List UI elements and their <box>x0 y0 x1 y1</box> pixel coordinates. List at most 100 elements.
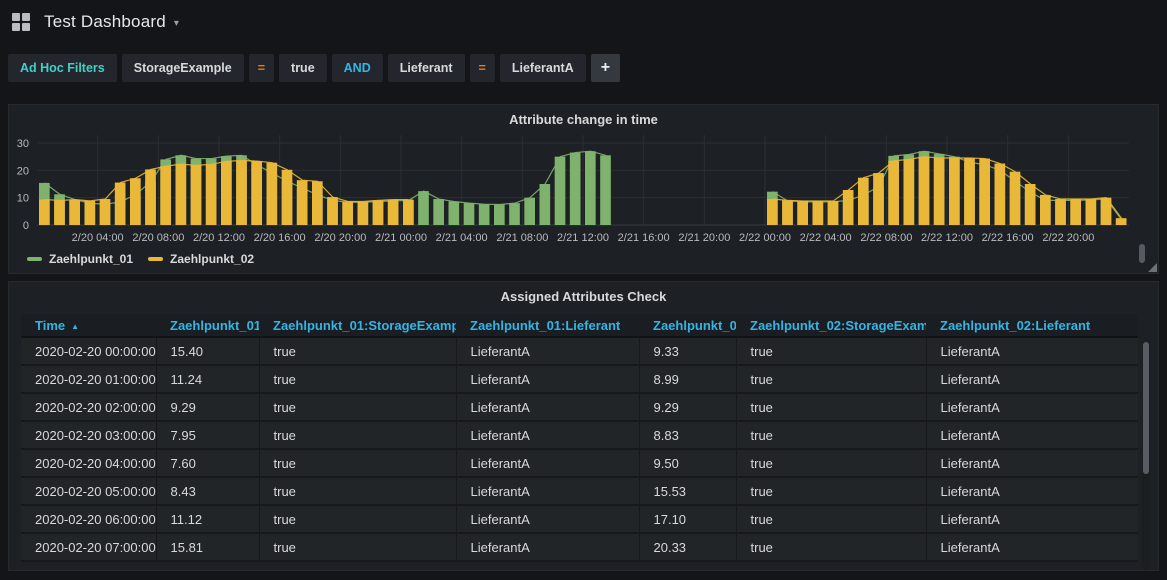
filter-operator[interactable]: = <box>470 54 495 82</box>
table-cell: LieferantA <box>926 421 1138 449</box>
table-row: 2020-02-20 00:00:0015.40trueLieferantA9.… <box>21 337 1138 365</box>
x-axis-tick: 2/21 08:00 <box>496 232 548 244</box>
filter-key-lieferant[interactable]: Lieferant <box>388 54 465 82</box>
x-axis-tick: 2/21 20:00 <box>678 232 730 244</box>
bar <box>585 151 596 225</box>
table-row: 2020-02-20 07:00:0015.81trueLieferantA20… <box>21 533 1138 561</box>
table-cell: true <box>259 449 456 477</box>
table-cell: 11.12 <box>156 505 259 533</box>
bar <box>767 199 778 225</box>
bar <box>267 163 278 225</box>
dashboard-title: Test Dashboard <box>44 12 166 32</box>
table-cell: true <box>736 421 926 449</box>
filter-value-true[interactable]: true <box>279 54 327 82</box>
bar <box>433 199 444 225</box>
x-axis-tick: 2/21 00:00 <box>375 232 427 244</box>
table-cell: true <box>736 533 926 561</box>
chart-canvas[interactable]: 01020302/20 04:002/20 08:002/20 12:002/2… <box>9 129 1156 251</box>
x-axis-tick: 2/22 20:00 <box>1042 232 1094 244</box>
column-header-time[interactable]: Time▲ <box>21 314 156 337</box>
column-header-zaehlpunkt-01[interactable]: Zaehlpunkt_01 <box>156 314 259 337</box>
table-cell: true <box>259 365 456 393</box>
table-cell: 7.95 <box>156 421 259 449</box>
table-panel-title[interactable]: Assigned Attributes Check <box>9 282 1158 304</box>
column-header-zaehlpunkt-02-lieferant[interactable]: Zaehlpunkt_02:Lieferant <box>926 314 1138 337</box>
bar <box>524 198 535 225</box>
legend-item-Zaehlpunkt_01[interactable]: Zaehlpunkt_01 <box>27 252 133 266</box>
bar <box>145 169 156 225</box>
table-cell: true <box>736 393 926 421</box>
table-header-row: Time▲Zaehlpunkt_01Zaehlpunkt_01:StorageE… <box>21 314 1138 337</box>
filter-key-storageexample[interactable]: StorageExample <box>122 54 244 82</box>
column-header-zaehlpunkt-01-storageexample[interactable]: Zaehlpunkt_01:StorageExample <box>259 314 456 337</box>
table-scrollbar-thumb[interactable] <box>1143 342 1149 474</box>
table-scrollbar[interactable] <box>1142 339 1150 570</box>
panel-resize-handle[interactable] <box>1148 263 1157 272</box>
x-axis-tick: 2/22 00:00 <box>739 232 791 244</box>
dashboard-title-button[interactable]: Test Dashboard ▾ <box>44 12 179 32</box>
y-axis-tick: 10 <box>17 193 29 205</box>
assigned-attributes-table: Time▲Zaehlpunkt_01Zaehlpunkt_01:StorageE… <box>21 314 1138 562</box>
bar <box>934 158 945 225</box>
table-row: 2020-02-20 03:00:007.95trueLieferantA8.8… <box>21 421 1138 449</box>
attribute-change-chart[interactable]: 01020302/20 04:002/20 08:002/20 12:002/2… <box>9 129 1156 251</box>
filter-operator[interactable]: = <box>249 54 274 82</box>
bar <box>995 164 1006 226</box>
table-cell: LieferantA <box>456 365 639 393</box>
dashboard-grid-icon[interactable] <box>12 13 30 31</box>
bar <box>888 161 899 225</box>
table-cell: 2020-02-20 02:00:00 <box>21 393 156 421</box>
bar <box>1116 218 1127 225</box>
table-cell: 8.83 <box>639 421 736 449</box>
bar <box>236 160 247 225</box>
bar <box>54 200 65 225</box>
table-cell: LieferantA <box>926 337 1138 365</box>
bar <box>221 161 232 225</box>
table-cell: 9.33 <box>639 337 736 365</box>
bar <box>100 199 111 225</box>
column-header-zaehlpunkt-02-storageexample[interactable]: Zaehlpunkt_02:StorageExample <box>736 314 926 337</box>
dashboard-header: Test Dashboard ▾ <box>0 0 1167 44</box>
add-filter-button[interactable]: + <box>591 54 620 82</box>
table-cell: true <box>736 505 926 533</box>
bar <box>85 201 96 225</box>
table-cell: 9.29 <box>639 393 736 421</box>
bar <box>312 181 323 225</box>
table-cell: true <box>259 505 456 533</box>
table-cell: true <box>259 477 456 505</box>
table-cell: LieferantA <box>926 393 1138 421</box>
adhoc-filters-label: Ad Hoc Filters <box>8 54 117 82</box>
column-header-zaehlpunkt-01-lieferant[interactable]: Zaehlpunkt_01:Lieferant <box>456 314 639 337</box>
column-header-zaehlpunkt-02[interactable]: Zaehlpunkt_02 <box>639 314 736 337</box>
bar <box>813 201 824 225</box>
table-cell: LieferantA <box>456 421 639 449</box>
table-cell: 11.24 <box>156 365 259 393</box>
table-cell: 17.10 <box>639 505 736 533</box>
bar <box>160 166 171 225</box>
bar <box>191 165 202 225</box>
chart-panel-title[interactable]: Attribute change in time <box>9 105 1158 127</box>
legend-label: Zaehlpunkt_02 <box>170 252 254 266</box>
table-cell: 9.50 <box>639 449 736 477</box>
table-cell: true <box>259 421 456 449</box>
legend-item-Zaehlpunkt_02[interactable]: Zaehlpunkt_02 <box>148 252 254 266</box>
chart-legend: Zaehlpunkt_01 Zaehlpunkt_02 <box>27 252 254 266</box>
filter-condition-and[interactable]: AND <box>332 54 383 82</box>
table-cell: 15.81 <box>156 533 259 561</box>
bar <box>1010 172 1021 225</box>
bar <box>115 183 126 225</box>
chart-panel-scrollbar[interactable] <box>1139 244 1145 263</box>
legend-color-dash <box>27 257 42 261</box>
bar <box>979 159 990 225</box>
filter-value-lieferanta[interactable]: LieferantA <box>500 54 586 82</box>
bar <box>449 201 460 225</box>
table-cell: 15.53 <box>639 477 736 505</box>
bar <box>797 201 808 225</box>
bar <box>251 161 262 225</box>
x-axis-tick: 2/22 08:00 <box>860 232 912 244</box>
legend-color-dash <box>148 257 163 261</box>
bar <box>388 200 399 225</box>
y-axis-tick: 20 <box>17 165 29 177</box>
table-cell: LieferantA <box>926 365 1138 393</box>
bar <box>358 201 369 225</box>
